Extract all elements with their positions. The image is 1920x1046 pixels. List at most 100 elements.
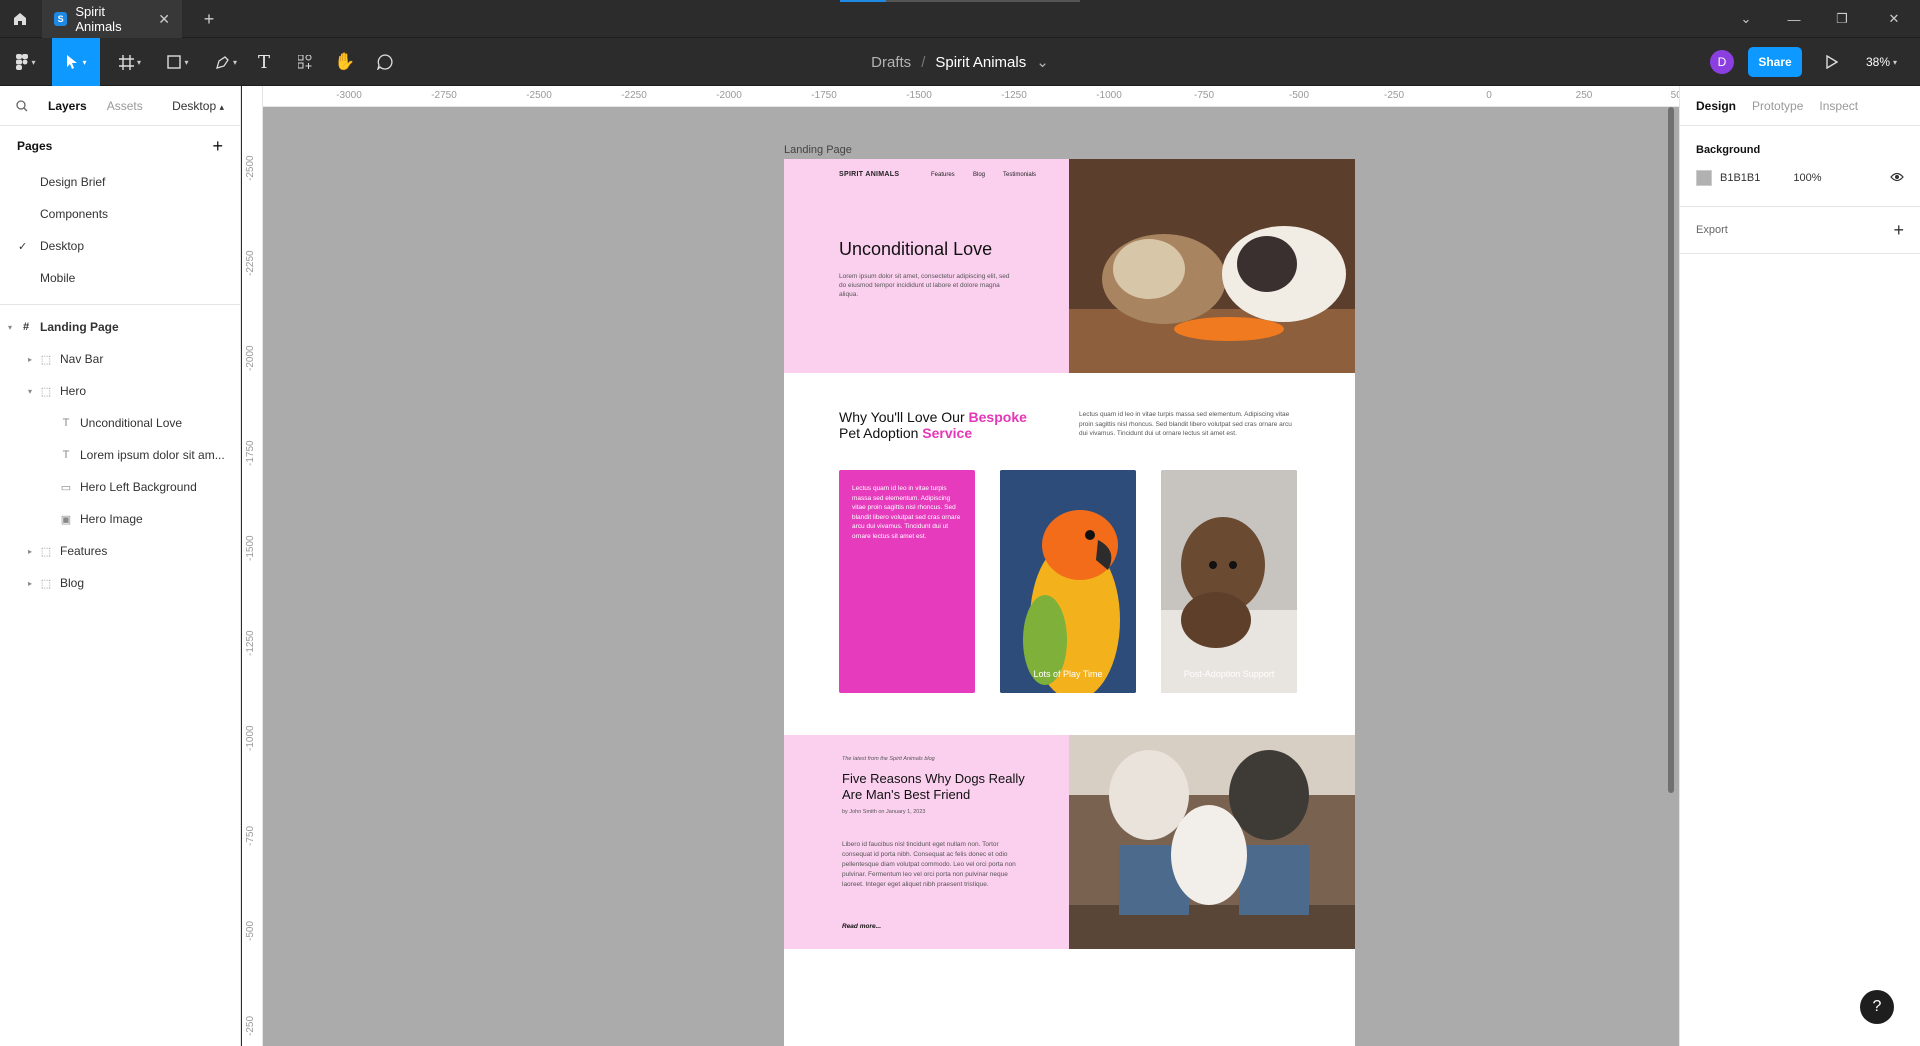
ruler-tick-label: -1500 — [906, 90, 932, 101]
help-button[interactable]: ? — [1860, 990, 1894, 1024]
hero-body: Lorem ipsum dolor sit amet, consectetur … — [839, 273, 1010, 298]
toolbar: ▾ ▾ ▾ ▾ ▾ T ✋ Drafts / Spirit Animals ⌄ … — [0, 38, 1920, 86]
ruler-tick-label: -250 — [245, 1015, 256, 1036]
design-nav-features: Features — [931, 172, 955, 178]
ruler-tick-label: -500 — [1288, 90, 1310, 101]
background-color-swatch[interactable] — [1696, 170, 1712, 186]
layer-name: Lorem ipsum dolor sit am... — [80, 448, 225, 462]
frame-label[interactable]: Landing Page — [784, 144, 852, 156]
group-icon: ⬚ — [40, 385, 52, 398]
image-icon: ▣ — [60, 513, 72, 526]
chevron-up-icon: ▴ — [219, 101, 224, 112]
layer-row[interactable]: ▾ # Landing Page — [0, 311, 240, 343]
home-button[interactable] — [0, 0, 40, 38]
chevron-down-icon[interactable]: ▾ — [28, 387, 32, 396]
ruler-tick-label: -750 — [245, 825, 256, 846]
loading-progress — [840, 0, 1080, 2]
feature-card-text-body: Lectus quam id leo in vitae turpis massa… — [852, 485, 961, 540]
features-title: Why You'll Love Our Bespoke Pet Adoption… — [839, 409, 1049, 441]
layer-row[interactable]: T Unconditional Love — [0, 407, 240, 439]
text-icon: T — [62, 417, 70, 429]
chevron-right-icon[interactable]: ▸ — [28, 579, 32, 588]
chevron-right-icon[interactable]: ▸ — [28, 547, 32, 556]
restore-button[interactable]: ❐ — [1820, 0, 1864, 38]
ruler-tick-label: -2500 — [245, 155, 256, 181]
close-tab-icon[interactable]: ✕ — [158, 11, 170, 28]
page-item[interactable]: ✓ Desktop — [0, 230, 240, 262]
file-menu-chevron-icon[interactable]: ⌄ — [1036, 53, 1049, 71]
features-title-a: Why You'll Love Our — [839, 409, 969, 425]
layer-row[interactable]: ▭ Hero Left Background — [0, 471, 240, 503]
present-button[interactable] — [1820, 50, 1844, 74]
layer-name: Landing Page — [40, 320, 119, 334]
breadcrumb-drafts[interactable]: Drafts — [871, 54, 911, 71]
chevron-down-icon[interactable]: ⌄ — [1724, 0, 1768, 38]
chevron-right-icon[interactable]: ▸ — [28, 355, 32, 364]
tab-assets[interactable]: Assets — [107, 99, 143, 113]
right-panel-tabs: Design Prototype Inspect — [1680, 86, 1920, 126]
chevron-down-icon[interactable]: ▾ — [8, 323, 12, 332]
feature-card-text[interactable]: Lectus quam id leo in vitae turpis massa… — [839, 470, 975, 693]
ruler-tick-label: -2250 — [245, 250, 256, 276]
tab-design[interactable]: Design — [1696, 99, 1736, 113]
hero-image[interactable] — [1069, 159, 1355, 373]
tab-layers[interactable]: Layers — [48, 99, 87, 113]
avatar[interactable]: D — [1710, 50, 1734, 74]
pages-header: Pages + — [0, 126, 240, 166]
close-window-button[interactable]: ✕ — [1872, 0, 1916, 38]
layer-name: Hero Image — [80, 512, 143, 526]
blog-image[interactable] — [1069, 735, 1355, 949]
search-icon[interactable] — [16, 99, 28, 112]
blog-title: Five Reasons Why Dogs Really Are Man's B… — [842, 771, 1025, 802]
layer-name: Hero — [60, 384, 87, 398]
share-button[interactable]: Share — [1748, 47, 1802, 77]
file-name[interactable]: Spirit Animals — [935, 54, 1026, 71]
background-opacity[interactable]: 100% — [1793, 172, 1821, 184]
tab-prototype[interactable]: Prototype — [1752, 99, 1803, 113]
background-hex[interactable]: B1B1B1 — [1720, 172, 1760, 184]
eye-icon[interactable] — [1890, 171, 1904, 185]
page-item-label: Design Brief — [40, 175, 106, 189]
add-page-icon[interactable]: + — [212, 136, 223, 157]
rectangle-icon: ▭ — [60, 481, 72, 494]
landing-page-frame[interactable]: SPIRIT ANIMALS Features Blog Testimonial… — [784, 159, 1355, 1046]
tab-inspect[interactable]: Inspect — [1819, 99, 1858, 113]
minimize-button[interactable]: — — [1772, 0, 1816, 38]
layer-row[interactable]: T Lorem ipsum dolor sit am... — [0, 439, 240, 471]
zoom-dropdown[interactable]: 38% ▾ — [1866, 50, 1897, 74]
design-logo: SPIRIT ANIMALS — [839, 171, 900, 178]
breadcrumb-separator: / — [921, 53, 926, 71]
feature-card-dog[interactable]: Post-Adoption Support — [1161, 470, 1297, 693]
ruler-tick-label: -2000 — [245, 345, 256, 371]
ruler-tick-label: -1000 — [245, 725, 256, 751]
card-caption-support: Post-Adoption Support — [1183, 669, 1275, 679]
page-item-label: Desktop — [40, 239, 85, 253]
canvas-scrollbar[interactable] — [1668, 107, 1674, 793]
add-export-icon[interactable]: + — [1893, 220, 1904, 241]
page-item[interactable]: Mobile — [0, 262, 240, 294]
file-tab[interactable]: S Spirit Animals ✕ — [42, 0, 182, 38]
ruler-tick-label: -1750 — [811, 90, 837, 101]
canvas[interactable]: -3000 -2750 -2500 -2250 -2000 -1750 -1500 -1250… — [242, 86, 1679, 1046]
ruler-tick-label: -1750 — [245, 440, 256, 466]
ruler-tick-label: 250 — [1575, 90, 1593, 101]
ruler-tick-label: -3000 — [336, 90, 362, 101]
layer-row[interactable]: ▾ ⬚ Hero — [0, 375, 240, 407]
page-item[interactable]: Components — [0, 198, 240, 230]
feature-card-parrot[interactable]: Lots of Play Time — [1000, 470, 1136, 693]
blog-byline: by John Smith on January 1, 2023 — [842, 809, 926, 815]
page-selector-label: Desktop — [172, 98, 217, 113]
page-item-label: Mobile — [40, 271, 76, 285]
background-fill-row: B1B1B1 100% — [1680, 164, 1920, 192]
features-title-c: Pet Adoption — [839, 425, 923, 441]
page-item[interactable]: Design Brief — [0, 166, 240, 198]
layer-row[interactable]: ▸ ⬚ Nav Bar — [0, 343, 240, 375]
layer-row[interactable]: ▸ ⬚ Features — [0, 535, 240, 567]
ruler-tick-label: -2500 — [526, 90, 552, 101]
hero-left-background[interactable] — [784, 159, 1069, 373]
layer-row[interactable]: ▸ ⬚ Blog — [0, 567, 240, 599]
new-tab-button[interactable]: + — [194, 0, 224, 38]
layer-row[interactable]: ▣ Hero Image — [0, 503, 240, 535]
ruler-tick-label: 0 — [1486, 90, 1492, 101]
page-selector[interactable]: Desktop ▴ — [172, 99, 224, 113]
